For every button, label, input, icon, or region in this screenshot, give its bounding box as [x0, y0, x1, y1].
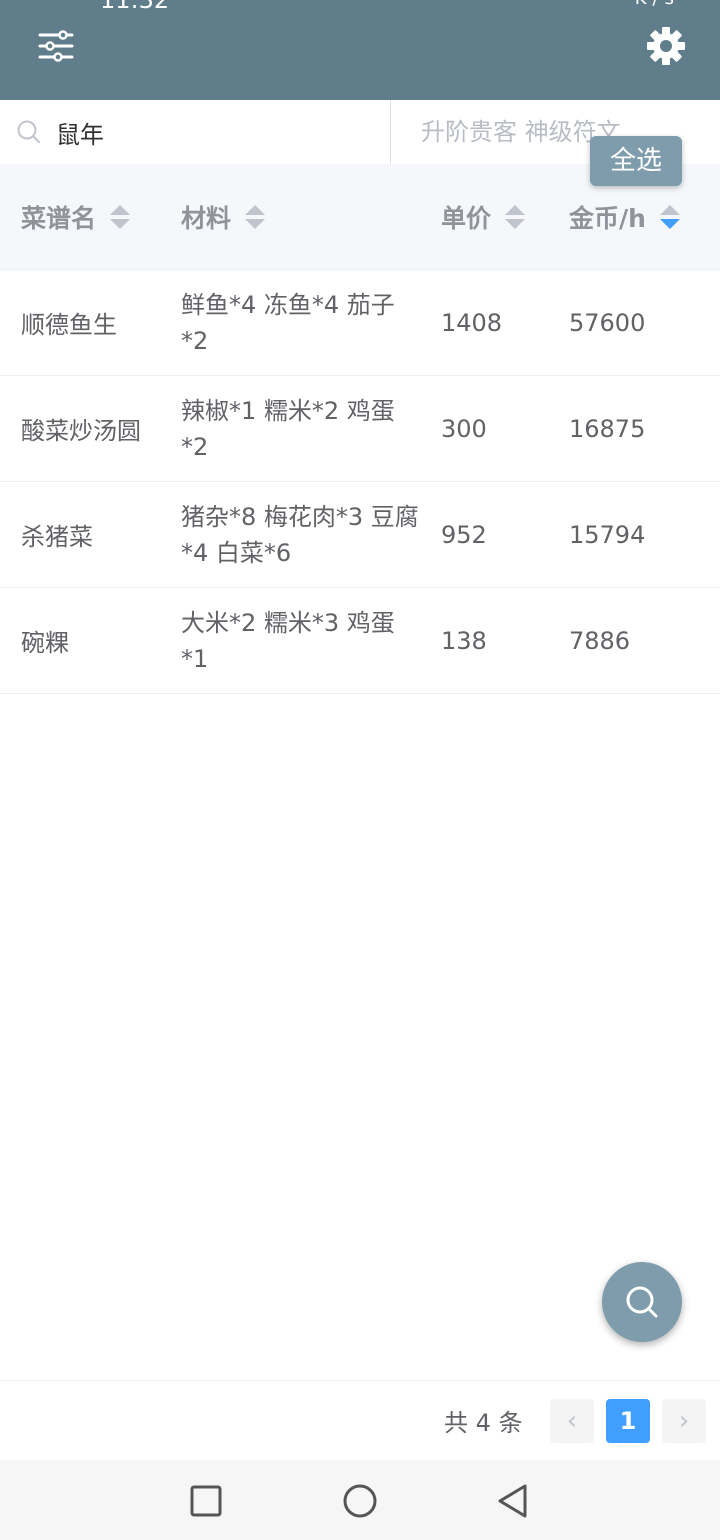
select-all-button[interactable]: 全选 — [590, 136, 682, 186]
pagination-total: 共 4 条 — [444, 1409, 523, 1437]
next-page-button[interactable]: › — [662, 1399, 706, 1443]
recipe-name: 杀猪菜 — [21, 523, 93, 551]
sort-caret-icon[interactable] — [110, 203, 131, 231]
sort-caret-icon[interactable] — [245, 203, 266, 231]
system-nav-bar — [0, 1460, 720, 1540]
recipe-name: 碗粿 — [21, 629, 69, 657]
recipe-price: 952 — [441, 520, 487, 549]
back-icon[interactable] — [495, 1482, 531, 1520]
recipe-gold-per-hour: 57600 — [569, 308, 646, 337]
recipe-search-box[interactable] — [0, 100, 391, 164]
search-icon — [17, 120, 40, 143]
home-icon[interactable] — [342, 1483, 378, 1519]
column-header-name[interactable]: 菜谱名 — [21, 164, 131, 269]
column-header-price[interactable]: 单价 — [441, 164, 526, 269]
recent-apps-icon[interactable] — [189, 1484, 223, 1518]
recipe-name: 顺德鱼生 — [21, 311, 117, 339]
app-header: 11:32 K/s — [0, 0, 720, 100]
column-header-label: 单价 — [441, 203, 492, 233]
prev-page-button[interactable]: ‹ — [550, 1399, 594, 1443]
recipe-gold-per-hour: 16875 — [569, 414, 646, 443]
recipe-price: 1408 — [441, 308, 503, 337]
search-icon — [626, 1286, 658, 1318]
recipe-search-input[interactable] — [54, 117, 358, 147]
table-row[interactable]: 碗粿 大米*2 糯米*3 鸡蛋*1 138 7886 — [0, 588, 720, 694]
recipe-price: 138 — [441, 626, 487, 655]
recipe-materials: 辣椒*1 糯米*2 鸡蛋*2 — [181, 396, 395, 461]
pagination: 共 4 条 ‹ 1 › — [0, 1380, 720, 1461]
filter-menu-icon[interactable] — [36, 26, 76, 66]
table-row[interactable]: 酸菜炒汤圆 辣椒*1 糯米*2 鸡蛋*2 300 16875 — [0, 376, 720, 482]
column-header-label: 材料 — [181, 203, 232, 233]
recipe-gold-per-hour: 7886 — [569, 626, 631, 655]
recipe-price: 300 — [441, 414, 487, 443]
recipe-gold-per-hour: 15794 — [569, 520, 646, 549]
page-number-button[interactable]: 1 — [606, 1399, 650, 1443]
recipe-materials: 猪杂*8 梅花肉*3 豆腐*4 白菜*6 — [181, 502, 419, 567]
status-clock: 11:32 — [100, 0, 170, 14]
floating-search-button[interactable] — [602, 1262, 682, 1342]
sort-caret-icon[interactable] — [659, 203, 680, 231]
recipe-materials: 大米*2 糯米*3 鸡蛋*1 — [181, 608, 395, 673]
column-header-materials[interactable]: 材料 — [181, 164, 266, 269]
sort-caret-icon[interactable] — [505, 203, 526, 231]
column-header-label: 金币/h — [569, 203, 646, 233]
status-speed: K/s — [635, 0, 680, 9]
table-row[interactable]: 杀猪菜 猪杂*8 梅花肉*3 豆腐*4 白菜*6 952 15794 — [0, 482, 720, 588]
column-header-label: 菜谱名 — [21, 203, 97, 233]
recipe-name: 酸菜炒汤圆 — [21, 417, 141, 445]
recipe-materials: 鲜鱼*4 冻鱼*4 茄子*2 — [181, 290, 395, 355]
settings-gear-icon[interactable] — [644, 24, 688, 68]
table-row[interactable]: 顺德鱼生 鲜鱼*4 冻鱼*4 茄子*2 1408 57600 — [0, 270, 720, 376]
